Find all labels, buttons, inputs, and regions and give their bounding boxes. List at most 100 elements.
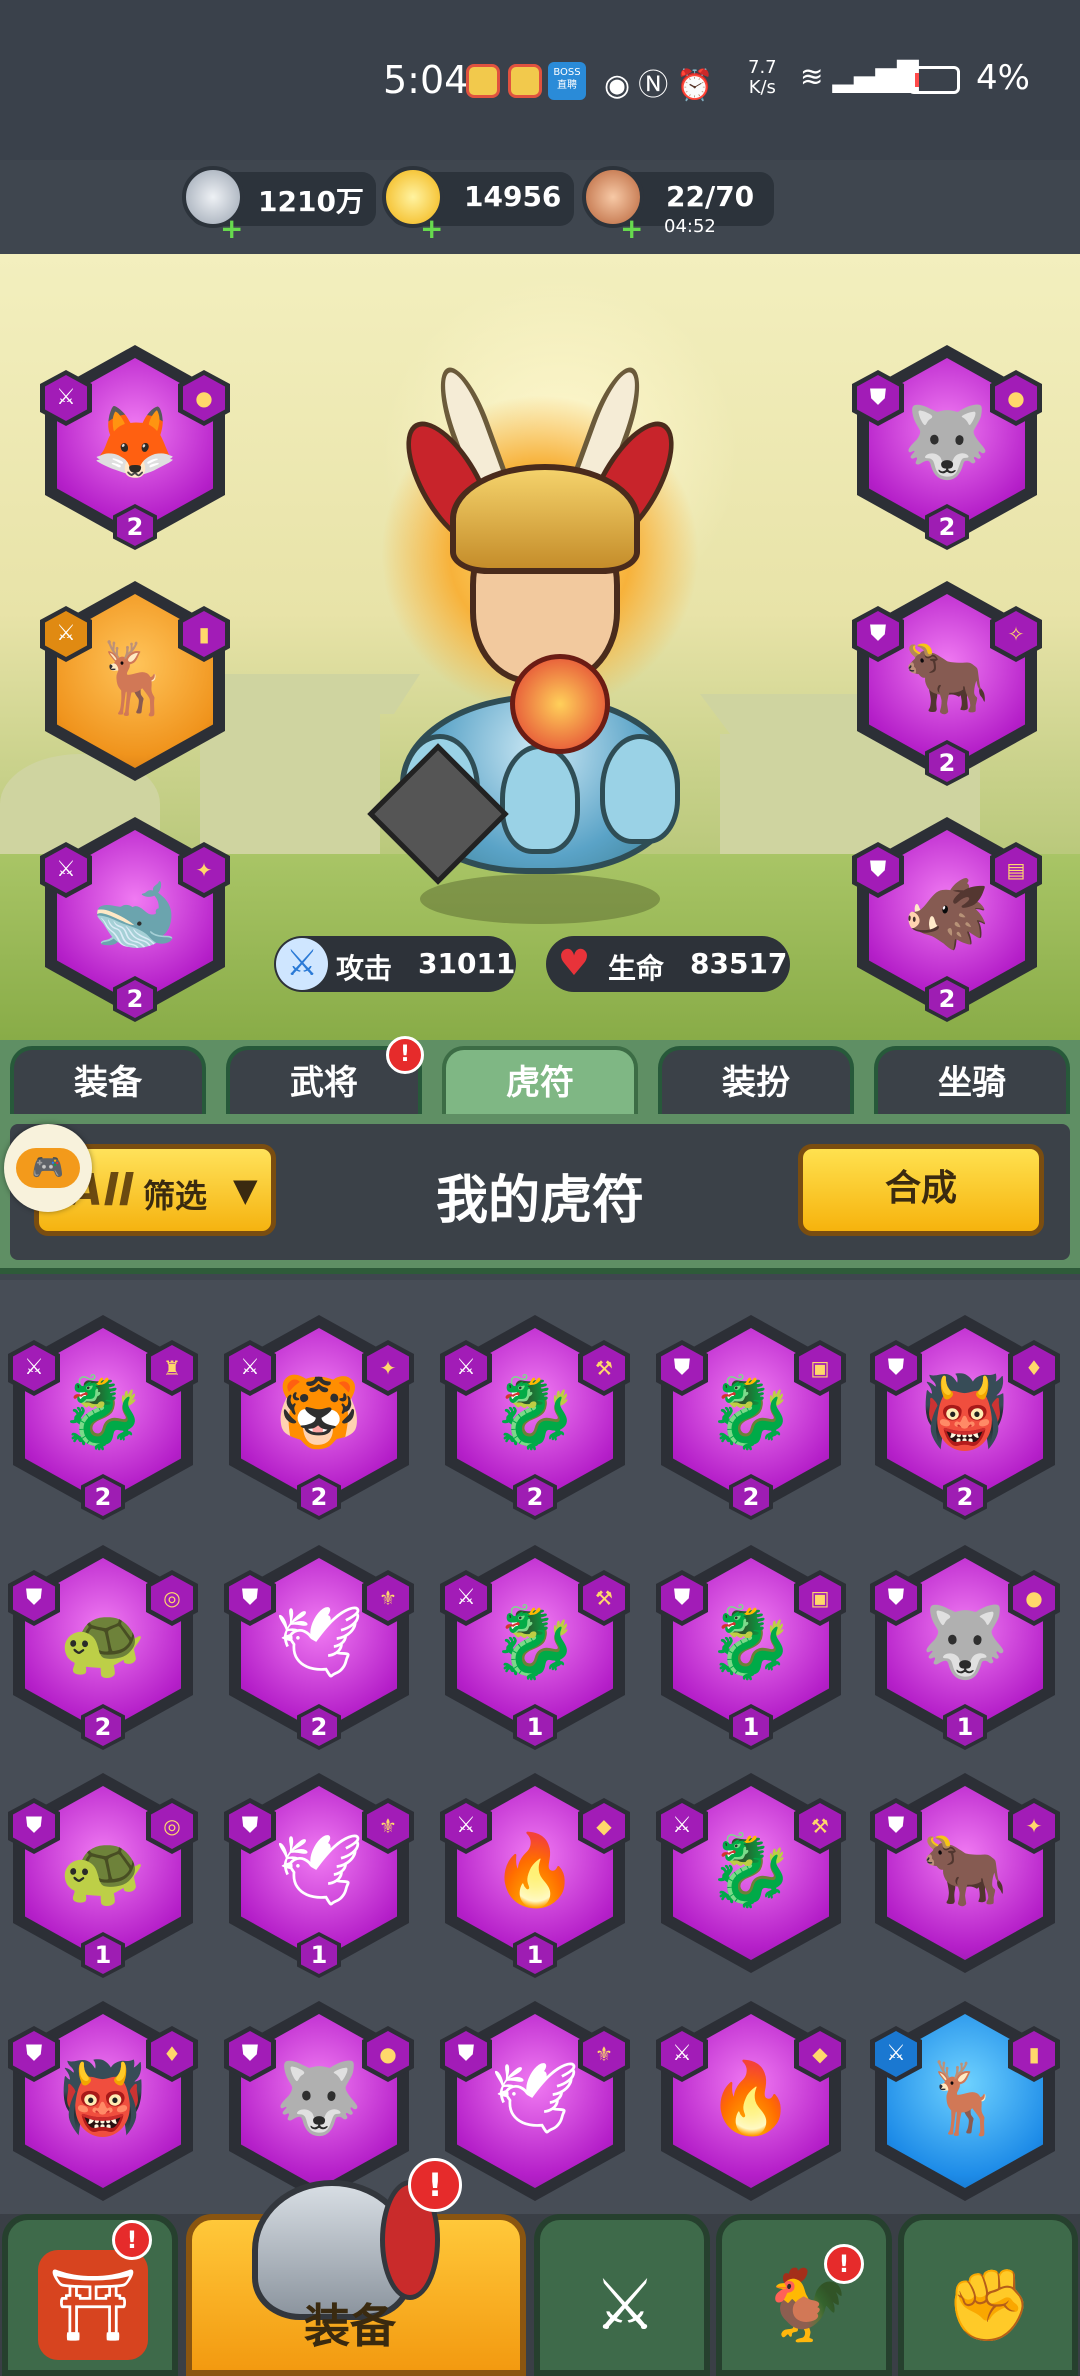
equipped-talisman-left-2[interactable]: 🦌 ⚔ ▮ [40, 576, 230, 786]
talisman-card[interactable]: 🐂 ⛊ ✦ [870, 1768, 1060, 1978]
shield-icon: ⛊ [229, 1575, 271, 1621]
net-speed-unit: K/s [748, 77, 776, 98]
bull-icon: 🐂 [921, 1829, 1009, 1911]
scroll-icon: ✧ [995, 611, 1037, 657]
talisman-card[interactable]: 🕊 ⛊ ⚜ 2 [224, 1540, 414, 1750]
talisman-card[interactable]: 🐉 ⛊ ▣ 2 [656, 1310, 846, 1520]
gem-icon: ● [1013, 1575, 1055, 1621]
add-silver-icon[interactable]: + [220, 212, 243, 245]
nav-battle[interactable]: ⚔ [534, 2214, 710, 2376]
talisman-card[interactable]: 🕊 ⛊ ⚜ [440, 1996, 630, 2206]
alarm-icon: ⏰ [676, 68, 722, 103]
hero-character[interactable] [360, 354, 720, 885]
wolf-icon: 🐺 [903, 401, 991, 483]
sword-icon: ⚔ [13, 1345, 55, 1391]
tab-tiger-talisman[interactable]: 虎符 [442, 1046, 638, 1116]
sword-icon: ⚔ [45, 611, 87, 657]
level-value: 2 [117, 980, 153, 1018]
talisman-card[interactable]: 🐉 ⛊ ▣ 1 [656, 1540, 846, 1750]
add-stamina-icon[interactable]: + [620, 212, 643, 245]
talisman-card[interactable]: 🔥 ⚔ ◆ [656, 1996, 846, 2206]
gem-icon: ⚒ [799, 1803, 841, 1849]
gold-resource[interactable]: + 14956 [382, 166, 574, 245]
gate-icon: ⛩ [38, 2250, 148, 2360]
gold-value: 14956 [464, 180, 562, 213]
talisman-card[interactable]: 👹 ⛊ ♦ 2 [870, 1310, 1060, 1520]
nav-upgrade[interactable]: ✊ [898, 2214, 1078, 2376]
nfc-icon: Ⓝ [638, 68, 677, 103]
talisman-card[interactable]: 🐺 ⛊ ● 1 [870, 1540, 1060, 1750]
stamina-value: 22/70 [666, 180, 755, 213]
talisman-card[interactable]: 🐉 ⚔ ⚒ 2 [440, 1310, 630, 1520]
bomb-icon: ● [995, 375, 1037, 421]
sword-icon: ⚔ [45, 375, 87, 421]
nav-stars-badge: ! [824, 2244, 864, 2284]
gem-icon: ♦ [1013, 1345, 1055, 1391]
level-value: 2 [929, 980, 965, 1018]
gamepad-float-button[interactable]: 🎮 [4, 1124, 92, 1212]
merge-button[interactable]: 合成 [798, 1144, 1044, 1236]
dragon-icon: 🐉 [707, 1829, 795, 1911]
status-icons: ◉Ⓝ⏰ [604, 60, 722, 104]
shield-icon: ⛊ [661, 1575, 703, 1621]
hero-shadow [420, 874, 660, 924]
equipped-talisman-right-2[interactable]: 🐂 ⛊ ✧ 2 [852, 576, 1042, 786]
talisman-card[interactable]: 🐺 ⛊ ● [224, 1996, 414, 2206]
fist-up-icon: ✊ [945, 2264, 1033, 2346]
equipped-talisman-left-3[interactable]: 🐋 ⚔ ✦ 2 [40, 812, 230, 1022]
tab-equipment[interactable]: 装备 [10, 1046, 206, 1116]
page-title: 我的虎符 [435, 1171, 644, 1231]
equipped-talisman-right-1[interactable]: 🐺 ⛊ ● 2 [852, 340, 1042, 550]
talisman-card[interactable]: 🔥 ⚔ ◆ 1 [440, 1768, 630, 1978]
tab-mount[interactable]: 坐骑 [874, 1046, 1070, 1116]
add-gold-icon[interactable]: + [420, 212, 443, 245]
gem-icon: ✦ [1013, 1803, 1055, 1849]
talisman-card[interactable]: 🕊 ⛊ ⚜ 1 [224, 1768, 414, 1978]
gem-icon: ▮ [1013, 2031, 1055, 2077]
shield-icon: ⛊ [661, 1345, 703, 1391]
talisman-card[interactable]: 👹 ⛊ ♦ [8, 1996, 198, 2206]
lotus-petal [500, 744, 580, 854]
level-value: 1 [733, 1708, 769, 1746]
silver-value: 1210万 [258, 185, 364, 218]
sword-icon: ⚔ [661, 2031, 703, 2077]
silver-resource[interactable]: + 1210万 [182, 166, 376, 245]
turtle-icon: 🐢 [59, 1829, 147, 1911]
level-value: 2 [301, 1478, 337, 1516]
equipped-talisman-right-3[interactable]: 🐗 ⛊ ▤ 2 [852, 812, 1042, 1022]
gem-icon: ▣ [799, 1575, 841, 1621]
gem-icon: ◆ [799, 2031, 841, 2077]
dragon-icon: 🐉 [707, 1371, 795, 1453]
fox-icon: 🦊 [91, 401, 179, 483]
stamina-resource[interactable]: + 22/70 04:52 [582, 166, 774, 245]
equipped-talisman-left-1[interactable]: 🦊 ⚔ ● 2 [40, 340, 230, 550]
talisman-card[interactable]: 🐢 ⛊ ◎ 2 [8, 1540, 198, 1750]
talisman-card[interactable]: 🐉 ⚔ ⚒ [656, 1768, 846, 1978]
phoenix-icon: 🕊 [274, 1829, 364, 1911]
gem-icon: ⚜ [367, 1803, 409, 1849]
level-value: 2 [517, 1478, 553, 1516]
sword-icon: ⚔ [445, 1575, 487, 1621]
stone-icon: ● [183, 375, 225, 421]
demon-icon: 👹 [59, 2057, 147, 2139]
gem-icon: ◆ [583, 1803, 625, 1849]
wolf-icon: 🐺 [275, 2057, 363, 2139]
dragon-icon: 🐉 [707, 1601, 795, 1683]
gem-icon: ◎ [151, 1803, 193, 1849]
level-value: 2 [85, 1708, 121, 1746]
tab-outfit[interactable]: 装扮 [658, 1046, 854, 1116]
talisman-card[interactable]: 🐉 ⚔ ⚒ 1 [440, 1540, 630, 1750]
nav-stars[interactable]: 🐓 [716, 2214, 892, 2376]
talisman-card[interactable]: 🐯 ⚔ ✦ 2 [224, 1310, 414, 1520]
talisman-card[interactable]: 🦌 ⚔ ▮ [870, 1996, 1060, 2206]
hp-stat: ♥ 生命 83517 [546, 936, 790, 992]
shield-icon: ⛊ [445, 2031, 487, 2077]
talisman-card[interactable]: 🐉 ⚔ ♜ 2 [8, 1310, 198, 1520]
level-value: 2 [733, 1478, 769, 1516]
net-speed-value: 7.7 [748, 57, 777, 78]
gem-icon: ● [367, 2031, 409, 2077]
talisman-card[interactable]: 🐢 ⛊ ◎ 1 [8, 1768, 198, 1978]
hp-label: 生命 [608, 952, 665, 985]
sword-icon: ⚔ [45, 847, 87, 893]
sword-icon: ⚔ [445, 1803, 487, 1849]
